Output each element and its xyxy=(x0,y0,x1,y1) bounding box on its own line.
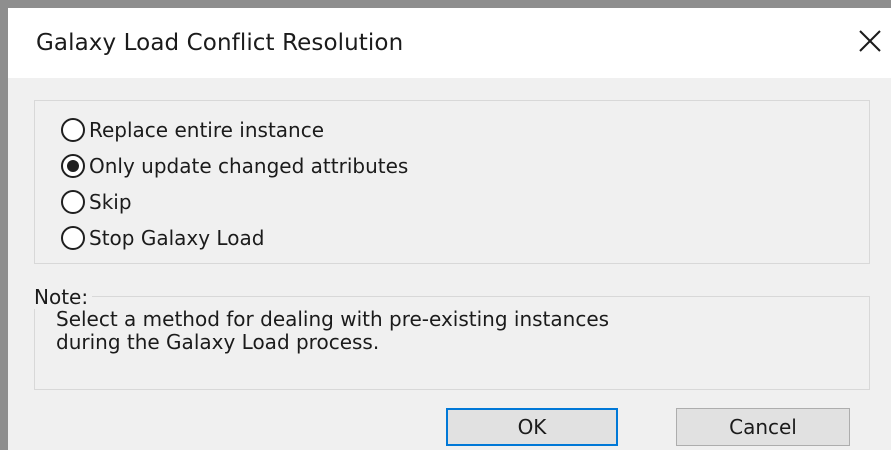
radio-skip[interactable]: Skip xyxy=(61,187,132,217)
note-line-1: Select a method for dealing with pre-exi… xyxy=(56,307,610,331)
radio-button[interactable] xyxy=(61,190,85,214)
radio-stop-galaxy-load[interactable]: Stop Galaxy Load xyxy=(61,223,264,253)
radio-label[interactable]: Stop Galaxy Load xyxy=(89,226,264,250)
radio-button[interactable] xyxy=(61,226,85,250)
close-button[interactable] xyxy=(851,22,891,64)
radio-label[interactable]: Skip xyxy=(89,190,132,214)
cancel-button[interactable]: Cancel xyxy=(676,408,850,446)
close-icon xyxy=(859,30,881,52)
radio-button[interactable] xyxy=(61,118,85,142)
note-legend: Note: xyxy=(32,285,93,309)
radio-label[interactable]: Replace entire instance xyxy=(89,118,324,142)
radio-label[interactable]: Only update changed attributes xyxy=(89,154,408,178)
title-bar[interactable]: Galaxy Load Conflict Resolution xyxy=(8,8,891,78)
note-text: Select a method for dealing with pre-exi… xyxy=(56,308,856,354)
radio-replace-entire-instance[interactable]: Replace entire instance xyxy=(61,115,324,145)
dialog-body: Replace entire instance Only update chan… xyxy=(8,78,891,450)
radio-button-selected[interactable] xyxy=(61,154,85,178)
conflict-resolution-dialog: Galaxy Load Conflict Resolution Replace … xyxy=(0,0,891,450)
dialog-title: Galaxy Load Conflict Resolution xyxy=(36,30,404,56)
note-line-2: during the Galaxy Load process. xyxy=(56,330,380,354)
options-group: Replace entire instance Only update chan… xyxy=(34,100,870,264)
radio-selected-dot xyxy=(67,160,79,172)
radio-only-update-changed-attributes[interactable]: Only update changed attributes xyxy=(61,151,408,181)
ok-button[interactable]: OK xyxy=(446,408,618,446)
